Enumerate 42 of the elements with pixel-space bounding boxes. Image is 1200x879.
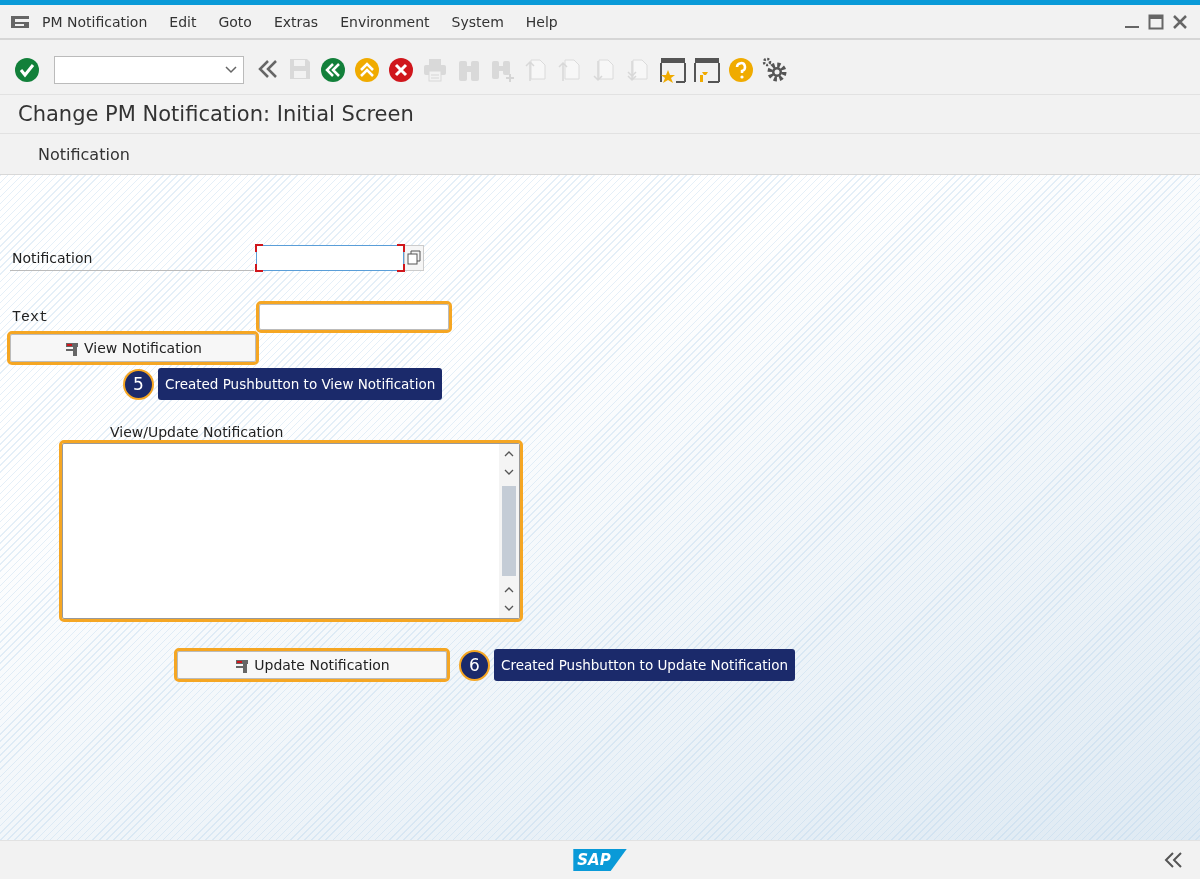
menu-item[interactable]: Goto xyxy=(218,13,252,30)
settings-icon[interactable] xyxy=(762,57,788,83)
window-star-icon[interactable] xyxy=(660,57,686,83)
field-label: Text xyxy=(11,308,49,326)
menu-item[interactable]: Help xyxy=(525,13,558,30)
menu-item[interactable]: Extras xyxy=(273,13,319,30)
scroll-up-icon[interactable] xyxy=(504,450,514,458)
callout-label: Created Pushbutton to View Notification xyxy=(158,368,443,400)
dropdown-caret-icon xyxy=(225,66,237,74)
cancel-icon[interactable] xyxy=(388,57,414,83)
menu-item[interactable]: Environment xyxy=(340,13,430,30)
step-number-badge: 6 xyxy=(459,649,490,681)
field-label: Notification xyxy=(10,245,254,271)
copy-icon[interactable] xyxy=(404,245,424,271)
notification-toolbar-button[interactable]: Notification xyxy=(28,140,140,168)
check-icon[interactable] xyxy=(14,57,40,83)
maximize-icon[interactable] xyxy=(1148,13,1164,30)
text-field[interactable] xyxy=(259,304,449,330)
double-chevron-icon[interactable] xyxy=(1164,851,1184,869)
menu-item[interactable]: PM Notification xyxy=(42,13,148,30)
command-field[interactable] xyxy=(54,56,244,84)
scroll-down-icon[interactable] xyxy=(504,468,514,476)
menu-icon[interactable] xyxy=(10,13,30,30)
notification-field[interactable] xyxy=(256,245,404,271)
menu-item[interactable]: System xyxy=(451,13,504,30)
logo: SAP xyxy=(573,849,627,871)
wrench-icon xyxy=(234,657,251,673)
scroll-up-icon[interactable] xyxy=(504,586,514,594)
scroll-thumb[interactable] xyxy=(502,486,516,576)
wrench-icon xyxy=(64,340,80,356)
back-icon[interactable] xyxy=(320,57,346,83)
scrollbar[interactable] xyxy=(499,444,519,618)
menu-item[interactable]: Edit xyxy=(169,13,197,30)
view-notification-button[interactable]: View Notification xyxy=(10,334,256,362)
update-notification-button[interactable]: Update Notification xyxy=(177,651,447,679)
window-arrow-icon[interactable] xyxy=(694,57,720,83)
editor-label: View/Update Notification xyxy=(110,424,284,440)
step-number-badge: 5 xyxy=(123,368,154,400)
scroll-down-icon[interactable] xyxy=(504,604,514,612)
screen-title: Change PM Notification: Initial Screen xyxy=(18,102,414,126)
close-icon[interactable] xyxy=(1172,13,1188,30)
callout-label: Created Pushbutton to Update Notification xyxy=(494,649,796,681)
